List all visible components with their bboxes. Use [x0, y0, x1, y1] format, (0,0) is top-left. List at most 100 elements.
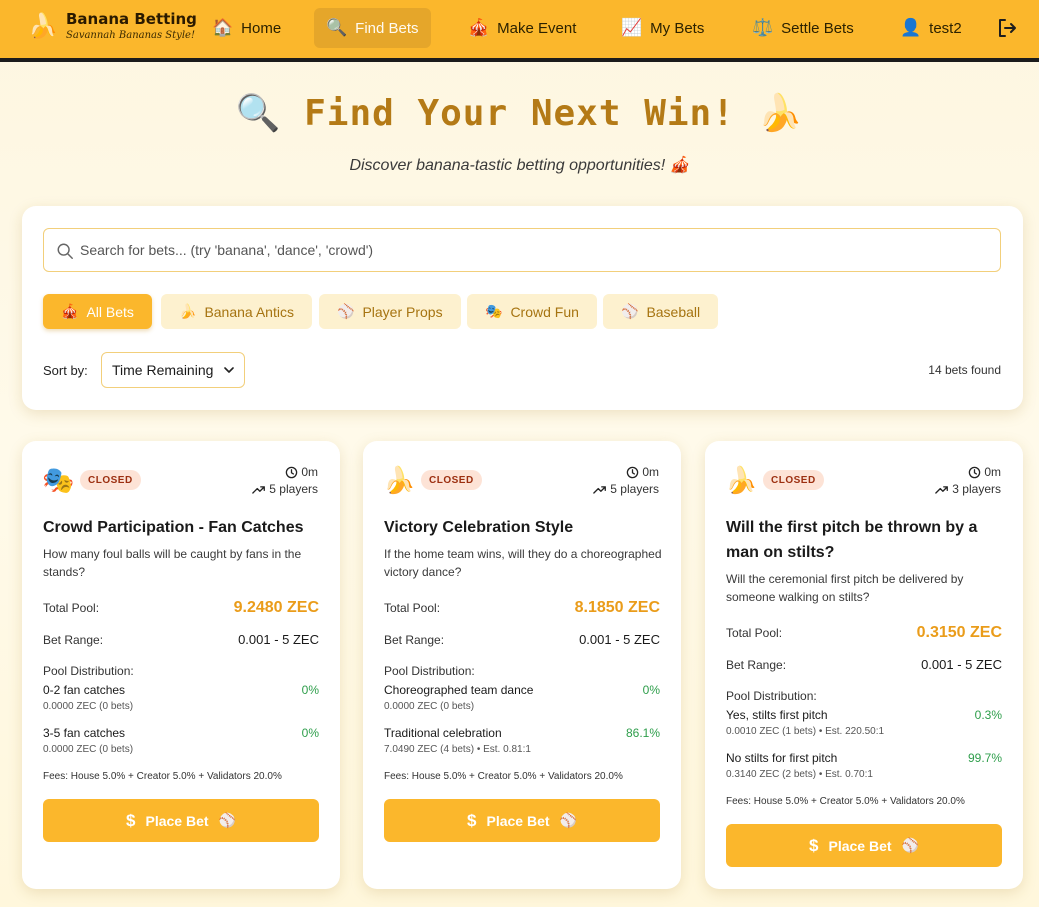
total-pool-row: Total Pool: 0.3150 ZEC: [726, 624, 1002, 642]
status-badge: CLOSED: [80, 470, 141, 490]
bet-card: 🍌 CLOSED 0m 3 players Will the first pit…: [705, 441, 1023, 889]
banana-icon: 🍌: [179, 303, 197, 319]
trending-up-icon: [252, 486, 266, 494]
sort-select[interactable]: Time Remaining: [101, 352, 245, 388]
dollar-icon: $: [467, 810, 477, 830]
bet-description: Will the ceremonial first pitch be deliv…: [726, 572, 964, 604]
option-name: Choreographed team dance: [384, 683, 534, 697]
search-panel: 🎪 All Bets 🍌 Banana Antics ⚾ Player Prop…: [22, 206, 1023, 410]
sort-label: Sort by:: [43, 363, 88, 378]
baseball-icon: ⚾: [218, 812, 236, 828]
results-count: 14 bets found: [928, 363, 1001, 377]
bet-range-label: Bet Range:: [384, 632, 445, 647]
option-detail: 0.0010 ZEC (1 bets) • Est. 220.50:1: [726, 726, 885, 737]
nav-find-bets[interactable]: 🔍 Find Bets: [314, 8, 431, 48]
brand[interactable]: 🍌 Banana Betting Savannah Bananas Style!: [28, 10, 197, 41]
bet-range-row: Bet Range: 0.001 - 5 ZEC: [43, 632, 319, 647]
place-bet-button[interactable]: $ Place Bet ⚾: [384, 799, 660, 842]
nav-my-bets-label: My Bets: [650, 19, 705, 37]
user-icon: 👤: [900, 18, 922, 37]
bet-range-row: Bet Range: 0.001 - 5 ZEC: [384, 632, 660, 647]
bet-option: Choreographed team dance 0% 0.0000 ZEC (0…: [384, 683, 660, 712]
clock-icon: [627, 466, 639, 479]
pool-distribution-label: Pool Distribution:: [43, 664, 134, 678]
option-name: 3-5 fan catches: [43, 726, 126, 740]
player-count: 5 players: [269, 482, 318, 496]
total-pool-label: Total Pool:: [726, 626, 783, 640]
circus-tent-icon: 🎪: [61, 303, 79, 319]
bet-title[interactable]: Will the first pitch be thrown by a man …: [726, 515, 1006, 565]
clock-icon: [969, 466, 981, 479]
option-detail: 0.0000 ZEC (0 bets): [43, 744, 134, 755]
filter-crowd-fun[interactable]: 🎭 Crowd Fun: [467, 294, 597, 329]
bet-title[interactable]: Victory Celebration Style: [384, 515, 664, 540]
total-pool-value: 9.2480 ZEC: [233, 599, 319, 616]
option-detail: 0.0000 ZEC (0 bets): [43, 701, 134, 712]
top-navbar: 🍌 Banana Betting Savannah Bananas Style!…: [0, 0, 1039, 62]
bet-meta: 0m 3 players: [935, 464, 1001, 498]
bet-range-label: Bet Range:: [43, 632, 104, 647]
filter-banana-antics[interactable]: 🍌 Banana Antics: [161, 294, 312, 329]
filter-baseball[interactable]: ⚾ Baseball: [603, 294, 719, 329]
sort-selected-value: Time Remaining: [112, 362, 214, 378]
nav-settle-bets[interactable]: ⚖️ Settle Bets: [740, 8, 866, 48]
bet-range-value: 0.001 - 5 ZEC: [579, 632, 660, 647]
filter-all-bets[interactable]: 🎪 All Bets: [43, 294, 152, 329]
option-detail: 0.0000 ZEC (0 bets): [384, 701, 475, 712]
option-percent: 86.1%: [625, 726, 660, 740]
option-percent: 0%: [301, 683, 319, 697]
dollar-icon: $: [126, 810, 136, 830]
house-icon: 🏠: [212, 18, 234, 37]
filter-label: All Bets: [86, 303, 134, 320]
bet-title[interactable]: Crowd Participation - Fan Catches: [43, 515, 323, 540]
nav-home[interactable]: 🏠 Home: [200, 8, 293, 48]
option-detail: 0.3140 ZEC (2 bets) • Est. 0.70:1: [726, 769, 873, 780]
time-remaining: 0m: [642, 465, 659, 479]
bet-meta: 0m 5 players: [593, 464, 659, 498]
option-percent: 0%: [642, 683, 660, 697]
filter-label: Crowd Fun: [510, 303, 579, 320]
total-pool-value: 0.3150 ZEC: [916, 624, 1002, 641]
place-bet-button[interactable]: $ Place Bet ⚾: [43, 799, 319, 842]
fees-text: Fees: House 5.0% + Creator 5.0% + Valida…: [43, 771, 282, 782]
place-bet-label: Place Bet: [828, 837, 892, 854]
status-badge: CLOSED: [763, 470, 824, 490]
search-input[interactable]: [80, 229, 990, 270]
option-percent: 99.7%: [967, 751, 1002, 765]
bet-description: If the home team wins, will they do a ch…: [384, 547, 662, 579]
bet-meta: 0m 5 players: [252, 464, 318, 498]
total-pool-label: Total Pool:: [384, 601, 441, 615]
player-count: 3 players: [952, 482, 1001, 496]
baseball-icon: ⚾: [621, 303, 639, 319]
search-box[interactable]: [43, 228, 1001, 272]
circus-tent-icon: 🎪: [468, 18, 490, 37]
banana-icon: 🍌: [383, 465, 416, 495]
bet-option: No stilts for first pitch 99.7% 0.3140 ZE…: [726, 751, 1002, 780]
place-bet-label: Place Bet: [486, 812, 550, 829]
place-bet-button[interactable]: $ Place Bet ⚾: [726, 824, 1002, 867]
baseball-icon: ⚾: [559, 812, 577, 828]
filter-player-props[interactable]: ⚾ Player Props: [319, 294, 461, 329]
nav-settle-bets-label: Settle Bets: [781, 19, 854, 37]
option-detail: 7.0490 ZEC (4 bets) • Est. 0.81:1: [384, 744, 531, 755]
option-percent: 0%: [301, 726, 319, 740]
nav-make-event-label: Make Event: [497, 19, 577, 37]
bet-range-label: Bet Range:: [726, 657, 787, 672]
brand-title: Banana Betting: [66, 10, 197, 28]
chart-up-icon: 📈: [621, 18, 643, 37]
theater-masks-icon: 🎭: [485, 303, 503, 319]
nav-user-profile[interactable]: 👤 test2: [888, 8, 974, 48]
logout-icon[interactable]: [995, 16, 1019, 40]
bet-option: 3-5 fan catches 0% 0.0000 ZEC (0 bets): [43, 726, 319, 755]
nav-find-bets-label: Find Bets: [355, 19, 419, 37]
total-pool-row: Total Pool: 9.2480 ZEC: [43, 599, 319, 617]
total-pool-row: Total Pool: 8.1850 ZEC: [384, 599, 660, 617]
baseball-icon: ⚾: [901, 837, 919, 853]
total-pool-label: Total Pool:: [43, 601, 100, 615]
page-subtitle: Discover banana-tastic betting opportuni…: [349, 157, 690, 174]
fees-text: Fees: House 5.0% + Creator 5.0% + Valida…: [384, 771, 623, 782]
option-name: Yes, stilts first pitch: [726, 708, 828, 722]
nav-make-event[interactable]: 🎪 Make Event: [456, 8, 588, 48]
nav-my-bets[interactable]: 📈 My Bets: [609, 8, 716, 48]
bet-range-value: 0.001 - 5 ZEC: [921, 657, 1002, 672]
